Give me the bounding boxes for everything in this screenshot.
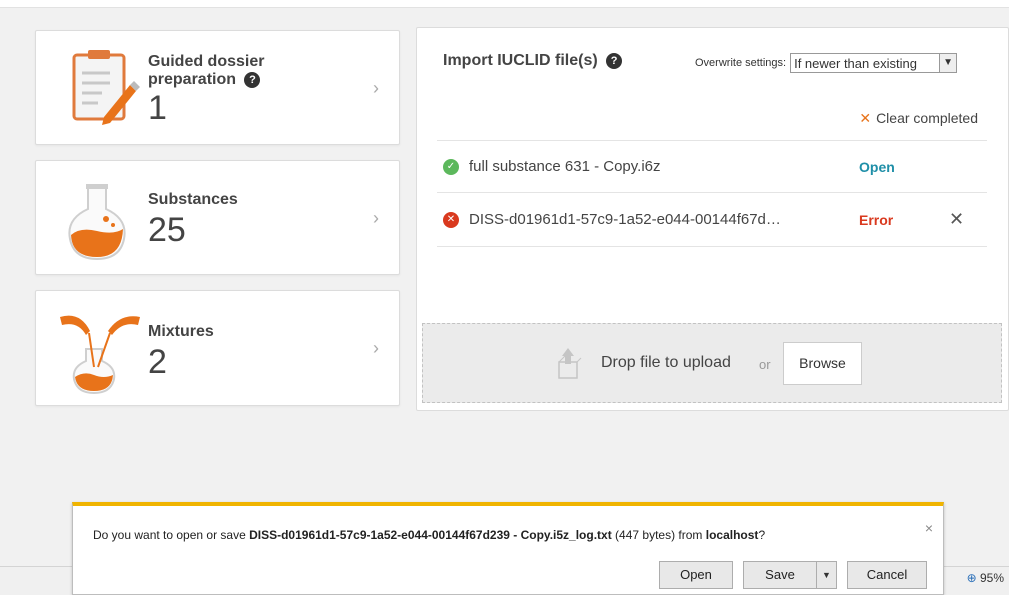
close-icon: ✕: [859, 110, 872, 126]
chevron-right-icon: ›: [373, 207, 379, 228]
save-button[interactable]: Save: [743, 561, 817, 589]
help-icon[interactable]: ?: [244, 72, 261, 88]
error-link[interactable]: Error: [859, 212, 919, 228]
file-name: full substance 631 - Copy.i6z: [469, 158, 661, 175]
overwrite-settings: Overwrite settings: If newer than existi…: [695, 53, 958, 73]
top-bar: [0, 0, 1009, 8]
save-options-dropdown[interactable]: ▼: [817, 561, 837, 589]
mixing-flask-icon: [50, 305, 146, 395]
card-count: 25: [148, 211, 186, 249]
upload-icon: [551, 346, 587, 382]
card-title: Guided dossier preparation ?: [148, 53, 264, 89]
dropzone[interactable]: Drop file to upload or Browse: [422, 323, 1002, 403]
import-title-text: Import IUCLID file(s): [443, 52, 598, 69]
card-title-line2: preparation: [148, 71, 237, 88]
chevron-right-icon: ›: [373, 338, 379, 358]
overwrite-label: Overwrite settings:: [695, 57, 787, 69]
success-icon: ✓: [443, 158, 459, 175]
card-count: 1: [148, 89, 167, 127]
error-icon: ✕: [443, 211, 459, 228]
remove-file-icon[interactable]: ✕: [949, 209, 964, 230]
flask-icon: [50, 175, 146, 265]
open-button[interactable]: Open: [659, 561, 733, 589]
substances-card[interactable]: Substances 25 ›: [35, 160, 400, 275]
zoom-level: 95%: [979, 571, 1004, 585]
clear-completed-button[interactable]: ✕ Clear completed: [859, 110, 978, 127]
zoom-control[interactable]: ⊕ 95%: [967, 571, 1004, 585]
message-filename: DISS-d01961d1-57c9-1a52-e044-00144f67d23…: [249, 528, 612, 542]
overwrite-select-value: If newer than existing: [794, 55, 917, 71]
message-size: (447 bytes) from: [611, 528, 706, 542]
open-link[interactable]: Open: [859, 159, 919, 175]
zoom-icon: ⊕: [966, 571, 977, 585]
file-row: ✕ DISS-d01961d1-57c9-1a52-e044-00144f67d…: [437, 192, 987, 247]
download-notification: Do you want to open or save DISS-d01961d…: [72, 502, 944, 595]
import-title: Import IUCLID file(s) ?: [443, 52, 623, 70]
message-prefix: Do you want to open or save: [93, 528, 250, 542]
card-title-line1: Guided dossier: [148, 53, 265, 70]
card-title: Mixtures: [148, 323, 214, 340]
guided-dossier-card[interactable]: Guided dossier preparation ? 1 ›: [35, 30, 400, 145]
drop-text: Drop file to upload: [601, 354, 731, 371]
file-row: ✓ full substance 631 - Copy.i6z Open: [437, 140, 987, 192]
import-panel: Import IUCLID file(s) ? Overwrite settin…: [416, 27, 1009, 411]
file-name: DISS-d01961d1-57c9-1a52-e044-00144f67d…: [469, 211, 781, 228]
chevron-right-icon: ›: [373, 77, 379, 98]
chevron-down-icon[interactable]: ▼: [939, 54, 957, 72]
mixtures-card[interactable]: Mixtures 2 ›: [35, 290, 400, 406]
browse-button[interactable]: Browse: [783, 342, 862, 385]
message-suffix: ?: [758, 528, 766, 542]
clear-completed-label: Clear completed: [876, 110, 978, 126]
download-message: Do you want to open or save DISS-d01961d…: [93, 528, 765, 542]
message-host: localhost: [705, 528, 759, 542]
help-icon[interactable]: ?: [606, 53, 623, 69]
card-count: 2: [148, 343, 167, 381]
cancel-button[interactable]: Cancel: [847, 561, 927, 589]
overwrite-select[interactable]: If newer than existing ▼: [790, 53, 958, 73]
or-text: or: [759, 357, 771, 372]
card-title: Substances: [148, 191, 238, 208]
clipboard-icon: [50, 45, 146, 135]
close-icon[interactable]: ×: [925, 520, 933, 536]
